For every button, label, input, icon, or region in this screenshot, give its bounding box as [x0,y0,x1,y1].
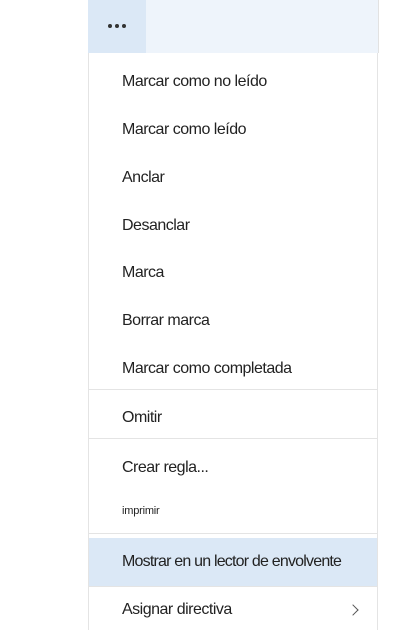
menu-item-print[interactable]: imprimir [89,487,377,535]
menu-item-assign-policy[interactable]: Asignar directiva [89,586,377,630]
menu-separator [89,533,377,534]
menu-item-label: Asignar directiva [122,601,232,618]
menu-item-pin[interactable]: Anclar [89,154,377,202]
menu-item-mark-read[interactable]: Marcar como leído [89,106,377,154]
toolbar [88,0,379,53]
context-menu-screen: Marcar como no leído Marcar como leído A… [0,0,420,630]
more-options-button[interactable] [88,0,146,53]
more-horizontal-icon [108,23,126,28]
menu-item-immersive-reader[interactable]: Mostrar en un lector de envolvente [89,538,377,586]
menu-item-unpin[interactable]: Desanclar [89,202,377,250]
context-menu: Marcar como no leído Marcar como leído A… [88,53,378,630]
menu-item-create-rule[interactable]: Crear regla... [89,444,377,492]
menu-item-flag[interactable]: Marca [89,249,377,297]
chevron-right-icon [347,604,359,616]
menu-separator [89,389,377,390]
menu-separator [89,438,377,439]
menu-item-mark-unread[interactable]: Marcar como no leído [89,58,377,106]
menu-item-clear-flag[interactable]: Borrar marca [89,297,377,345]
menu-item-ignore[interactable]: Omitir [89,394,377,442]
menu-item-mark-complete[interactable]: Marcar como completada [89,345,377,393]
